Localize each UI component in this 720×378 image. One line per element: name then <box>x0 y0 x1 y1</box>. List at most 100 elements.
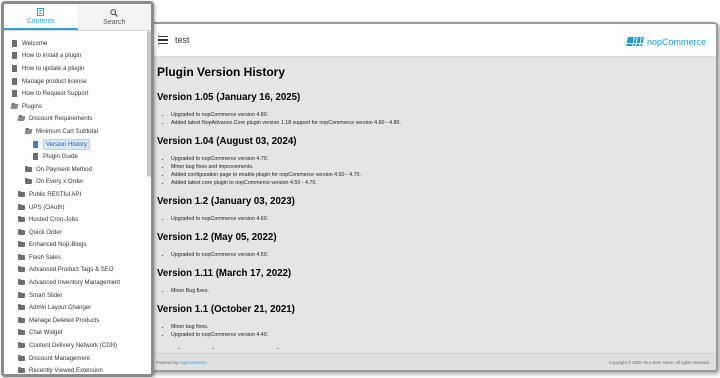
version-heading: Version 1.2 (January 03, 2023) <box>157 196 295 207</box>
tree-item-label: Plugin Guide <box>43 153 78 161</box>
tree-item[interactable]: Recently Viewed Extension <box>4 364 151 375</box>
tree-item[interactable]: Plugins <box>4 100 151 113</box>
folder-icon <box>18 241 25 248</box>
tree-item[interactable]: Minimum Cart Subtotal <box>4 125 151 138</box>
tree-item[interactable]: Quick Order <box>4 226 151 239</box>
version-note: Added latest core plugin to nopCommerce … <box>171 179 708 187</box>
tree-item-label: Discount Requirements <box>29 115 93 123</box>
tree-item[interactable]: UPS (OAuth) <box>4 201 151 214</box>
tree-item[interactable]: Admin Layout Changer <box>4 301 151 314</box>
version-list: Version 1.05 (January 16, 2025) Upgraded … <box>157 92 708 349</box>
tree-item-label: Content Delivery Network (CDN) <box>29 342 118 350</box>
tree-item-label: Hosted Cron-Jobs <box>29 216 79 224</box>
tree-item[interactable]: Flash Sales <box>4 251 151 264</box>
version-note: Upgraded to nopCommerce version 4.80. <box>171 111 708 119</box>
menu-icon[interactable] <box>158 36 168 44</box>
tree-item[interactable]: Plugin Guide <box>4 150 151 163</box>
tree-item[interactable]: Advanced Product Tags & SEO <box>4 264 151 277</box>
tree-item-label: Recently Viewed Extension <box>29 367 103 375</box>
tree-item-label: Manage Deleted Products <box>29 316 100 324</box>
tree-item[interactable]: Version History <box>4 138 151 151</box>
tree-item-label: Flash Sales <box>29 253 61 261</box>
version-heading: Version 1.0 (June 10, 2018) <box>157 348 708 349</box>
tree-item-label: Minimum Cart Subtotal <box>36 127 98 135</box>
tree-item[interactable]: Content Delivery Network (CDN) <box>4 339 151 352</box>
version-note: Minor bug fixes. <box>171 323 708 331</box>
tree-item-label: Admin Layout Changer <box>29 304 92 312</box>
version-note: Upgraded to nopCommerce version 4.50. <box>171 251 708 259</box>
version-note: Added latest NopAdvance.Core plugin vers… <box>171 119 708 127</box>
tab-search-label: Search <box>103 19 126 26</box>
version-note: Minor Bug fixes. <box>171 287 708 295</box>
folder-open-icon <box>17 115 26 122</box>
tree-item-label: Version History <box>43 138 90 150</box>
version-notes: Minor bug fixes.Upgraded to nopCommerce … <box>157 323 708 339</box>
folder-icon <box>18 354 25 362</box>
tree-item-label: Chat Widget <box>29 329 63 337</box>
folder-icon <box>18 228 25 236</box>
sidebar-scrollbar[interactable] <box>147 31 151 177</box>
tree-item[interactable]: Chat Widget <box>4 327 151 340</box>
folder-icon <box>18 367 25 374</box>
document-icon <box>11 52 18 60</box>
tree-item-label: UPS (OAuth) <box>29 203 65 211</box>
version-heading: Version 1.04 (August 03, 2024) <box>157 136 297 147</box>
tree-item[interactable]: Smart Slider <box>4 289 151 302</box>
tree-item[interactable]: On Every x Order <box>4 176 151 189</box>
tree-item-label: Public RESTful API <box>29 190 82 198</box>
version-heading: Version 1.1 (October 21, 2021) <box>157 304 295 315</box>
folder-open-icon <box>10 103 19 110</box>
version-note: Upgraded to nopCommerce version 4.60. <box>171 215 708 223</box>
search-icon <box>110 8 119 18</box>
sidebar-tabs: Contents Search <box>4 4 151 31</box>
tree-item[interactable]: On Payment Method <box>4 163 151 176</box>
tree-item-label: Discount Management <box>29 354 90 362</box>
tab-contents[interactable]: Contents <box>4 4 78 30</box>
tree-item-label: Quick Order <box>29 228 62 236</box>
tree-item-label: How to update a plugin <box>22 64 85 72</box>
folder-icon <box>18 190 25 198</box>
tree-item[interactable]: Discount Requirements <box>4 113 151 126</box>
tree-item-label: Smart Slider <box>29 291 63 299</box>
tree-item[interactable]: How to update a plugin <box>4 62 151 75</box>
contents-icon <box>37 7 45 17</box>
tree-item[interactable]: Advanced Inventory Management <box>4 276 151 289</box>
tree-item[interactable]: Public RESTful API <box>4 188 151 201</box>
tree-item-label: On Payment Method <box>36 165 92 173</box>
folder-icon <box>18 342 25 349</box>
tree-item-label: Manage product license <box>22 77 87 85</box>
folder-icon <box>18 203 25 211</box>
window-header: test nopCommerce <box>150 24 716 57</box>
logo-icon <box>625 37 644 47</box>
folder-icon <box>25 178 32 185</box>
nopcommerce-logo[interactable]: nopCommerce <box>625 37 706 47</box>
tree-item-label: Enhanced Nop-Blogs <box>29 241 87 249</box>
folder-icon <box>18 216 25 223</box>
version-notes: Minor Bug fixes. <box>157 287 708 295</box>
version-note: Added configuration page to enable plugi… <box>171 171 708 179</box>
document-icon <box>11 39 18 47</box>
tree-item[interactable]: Hosted Cron-Jobs <box>4 213 151 226</box>
tree-item[interactable]: Enhanced Nop-Blogs <box>4 239 151 252</box>
powered-by-link[interactable]: nopCommerce <box>179 360 206 365</box>
tree-item[interactable]: Welcome <box>4 37 151 50</box>
version-notes: Upgraded to nopCommerce version 4.70.Min… <box>157 155 708 187</box>
tree-item[interactable]: Manage Deleted Products <box>4 314 151 327</box>
document-icon <box>11 64 18 72</box>
folder-icon <box>18 304 25 311</box>
version-notes: Upgraded to nopCommerce version 4.80.Add… <box>157 111 708 127</box>
logo-text: nopCommerce <box>646 37 706 47</box>
version-heading: Version 1.05 (January 16, 2025) <box>157 92 301 103</box>
tree-item[interactable]: Manage product license <box>4 75 151 88</box>
folder-icon <box>18 329 25 336</box>
version-notes: Upgraded to nopCommerce version 4.50. <box>157 251 708 259</box>
version-note: Minor bug fixes and improvements. <box>171 163 708 171</box>
tree-item[interactable]: Discount Management <box>4 352 151 365</box>
powered-by: Powered by nopCommerce <box>156 359 207 365</box>
tree-item[interactable]: How to install a plugin <box>4 50 151 63</box>
tab-contents-label: Contents <box>26 18 55 25</box>
document-icon <box>32 153 39 161</box>
tree-item[interactable]: How to Request Support <box>4 87 151 100</box>
footer: Powered by nopCommerce Copyright © 2025 … <box>150 353 716 370</box>
tab-search[interactable]: Search <box>77 4 151 30</box>
